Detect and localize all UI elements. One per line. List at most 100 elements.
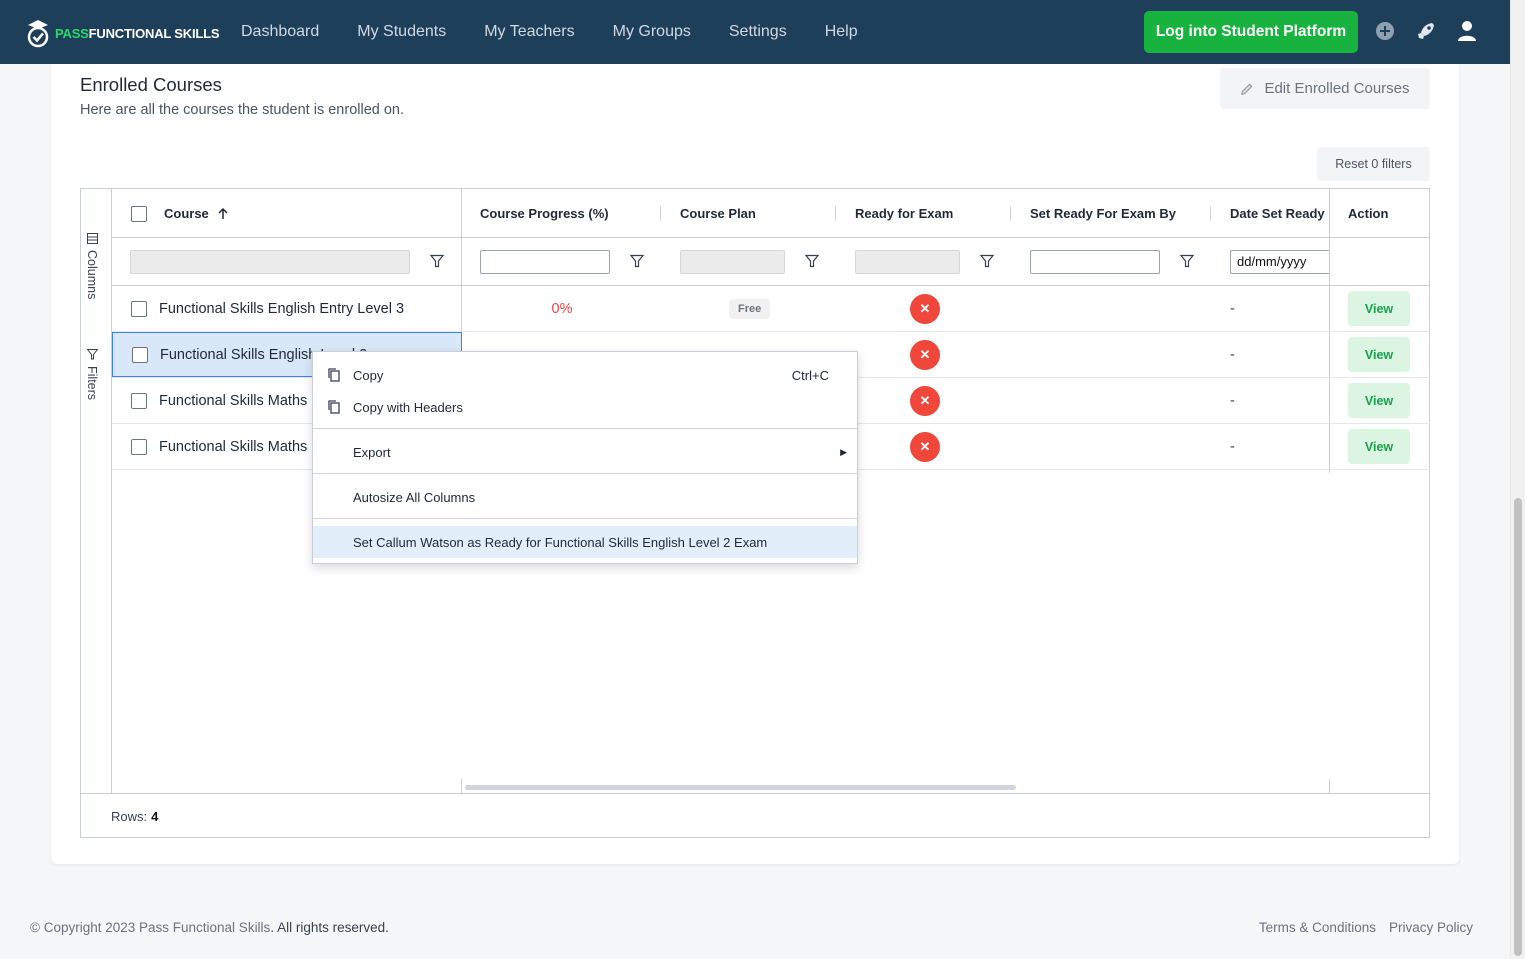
copyright-prefix: © Copyright 2023 Pass Functional Skills bbox=[30, 920, 271, 935]
edit-enrolled-courses-button[interactable]: Edit Enrolled Courses bbox=[1220, 68, 1430, 109]
logo[interactable]: PASSFUNCTIONAL SKILLS bbox=[25, 16, 220, 50]
columns-tab-label: Columns bbox=[85, 250, 99, 300]
logo-text: PASSFUNCTIONAL SKILLS bbox=[55, 25, 220, 41]
reset-filters-button[interactable]: Reset 0 filters bbox=[1317, 147, 1430, 181]
header-separator[interactable] bbox=[1010, 206, 1011, 221]
header-set-ready-by[interactable]: Set Ready For Exam By bbox=[1030, 189, 1176, 238]
header-separator[interactable] bbox=[1210, 206, 1211, 221]
page-scrollbar[interactable] bbox=[1510, 0, 1525, 959]
card-title: Enrolled Courses bbox=[80, 74, 222, 95]
menu-item-export-label: Export bbox=[353, 444, 391, 460]
user-icon[interactable] bbox=[1456, 20, 1478, 42]
course-filter-input[interactable] bbox=[130, 250, 410, 274]
menu-item-copy-with-headers[interactable]: Copy with Headers bbox=[313, 391, 857, 423]
menu-item-copy[interactable]: Copy Ctrl+C bbox=[313, 359, 857, 391]
row-checkbox[interactable] bbox=[131, 392, 147, 409]
ready-filter-input[interactable] bbox=[855, 250, 960, 274]
header-separator[interactable] bbox=[660, 206, 661, 221]
rocket-icon[interactable] bbox=[1415, 20, 1437, 42]
top-navbar: PASSFUNCTIONAL SKILLS Dashboard My Stude… bbox=[0, 0, 1510, 64]
header-ready-for-exam[interactable]: Ready for Exam bbox=[855, 189, 953, 238]
not-ready-icon[interactable]: ✕ bbox=[910, 294, 940, 324]
pencil-icon bbox=[1241, 82, 1254, 95]
page-scrollbar-thumb[interactable] bbox=[1514, 498, 1522, 956]
sort-ascending-icon bbox=[218, 207, 228, 219]
nav-help[interactable]: Help bbox=[825, 23, 858, 41]
view-button[interactable]: View bbox=[1348, 337, 1410, 372]
menu-item-export[interactable]: Export ▶ bbox=[313, 436, 857, 468]
grid-status-bar: Rows: 4 bbox=[81, 793, 1429, 838]
log-into-student-platform-button[interactable]: Log into Student Platform bbox=[1144, 11, 1358, 53]
menu-item-set-ready-for-exam[interactable]: Set Callum Watson as Ready for Functiona… bbox=[313, 526, 857, 558]
course-plan-badge: Free bbox=[729, 299, 771, 319]
header-course-label: Course bbox=[164, 206, 209, 221]
logo-check-icon bbox=[27, 20, 49, 48]
date-set-ready: - bbox=[1230, 300, 1235, 317]
pinned-right-divider-bottom bbox=[1329, 779, 1330, 793]
date-set-ready: - bbox=[1230, 346, 1235, 363]
row-checkbox[interactable] bbox=[131, 300, 147, 317]
menu-item-set-ready-label: Set Callum Watson as Ready for Functiona… bbox=[353, 534, 768, 550]
header-course[interactable]: Course bbox=[164, 189, 229, 238]
course-filter-icon[interactable] bbox=[430, 254, 444, 268]
edit-enrolled-courses-label: Edit Enrolled Courses bbox=[1264, 80, 1410, 97]
copy-icon bbox=[328, 400, 340, 414]
nav-my-students[interactable]: My Students bbox=[357, 23, 446, 41]
plan-filter-input[interactable] bbox=[680, 250, 785, 274]
submenu-arrow-icon: ▶ bbox=[840, 446, 847, 457]
copyright: © Copyright 2023 Pass Functional Skills.… bbox=[30, 920, 389, 935]
set-by-filter-icon[interactable] bbox=[1180, 254, 1194, 268]
copyright-suffix: . All rights reserved. bbox=[270, 920, 389, 935]
grid-horizontal-scrollbar[interactable] bbox=[465, 785, 1016, 790]
course-name: Functional Skills Maths bbox=[159, 392, 308, 409]
course-name: Functional Skills Maths bbox=[159, 438, 308, 455]
menu-separator bbox=[313, 518, 857, 519]
menu-item-autosize[interactable]: Autosize All Columns bbox=[313, 481, 857, 513]
filters-tab-label: Filters bbox=[85, 366, 99, 401]
header-course-plan[interactable]: Course Plan bbox=[680, 189, 756, 238]
course-cell[interactable]: Functional Skills English Entry Level 3 bbox=[112, 286, 462, 331]
select-all-checkbox[interactable] bbox=[131, 205, 147, 222]
course-name: Functional Skills English Entry Level 3 bbox=[159, 300, 405, 317]
nav-my-groups[interactable]: My Groups bbox=[613, 23, 691, 41]
plan-filter-icon[interactable] bbox=[805, 254, 819, 268]
header-course-progress[interactable]: Course Progress (%) bbox=[480, 189, 609, 238]
view-button[interactable]: View bbox=[1348, 429, 1410, 464]
pinned-left-divider-bottom bbox=[461, 779, 462, 793]
footer-links: Terms & Conditions Privacy Policy bbox=[1259, 920, 1473, 935]
course-progress: 0% bbox=[551, 300, 573, 317]
set-by-filter-input[interactable] bbox=[1030, 250, 1160, 274]
progress-filter-input[interactable] bbox=[480, 250, 610, 274]
plus-circle-icon[interactable] bbox=[1374, 20, 1396, 42]
nav-links: Dashboard My Students My Teachers My Gro… bbox=[241, 0, 896, 64]
nav-settings[interactable]: Settings bbox=[729, 23, 787, 41]
menu-item-autosize-label: Autosize All Columns bbox=[353, 489, 476, 505]
date-set-ready: - bbox=[1230, 438, 1235, 455]
progress-filter-icon[interactable] bbox=[630, 254, 644, 268]
date-set-ready: - bbox=[1230, 392, 1235, 409]
menu-item-copy-label: Copy bbox=[353, 367, 384, 383]
terms-link[interactable]: Terms & Conditions bbox=[1259, 920, 1376, 935]
nav-dashboard[interactable]: Dashboard bbox=[241, 23, 319, 41]
rows-label: Rows: bbox=[111, 808, 148, 824]
not-ready-icon[interactable]: ✕ bbox=[910, 386, 940, 416]
not-ready-icon[interactable]: ✕ bbox=[910, 432, 940, 462]
copy-shortcut: Ctrl+C bbox=[791, 367, 829, 383]
date-filter-input[interactable]: dd/mm/yyyy bbox=[1230, 250, 1330, 274]
header-date-set-ready[interactable]: Date Set Ready bbox=[1230, 189, 1330, 238]
filters-tool-panel-tab[interactable]: Filters bbox=[85, 349, 99, 400]
row-checkbox[interactable] bbox=[132, 346, 148, 363]
columns-tool-panel-tab[interactable]: Columns bbox=[85, 233, 99, 299]
row-checkbox[interactable] bbox=[131, 438, 147, 455]
ready-filter-icon[interactable] bbox=[980, 254, 994, 268]
privacy-link[interactable]: Privacy Policy bbox=[1389, 920, 1473, 935]
grid-filter-row: dd/mm/yyyy bbox=[112, 238, 1430, 286]
menu-item-copy-headers-label: Copy with Headers bbox=[353, 399, 463, 415]
select-all-checkbox-cell bbox=[131, 189, 147, 238]
not-ready-icon[interactable]: ✕ bbox=[910, 340, 940, 370]
table-row[interactable]: Functional Skills English Entry Level 3 … bbox=[112, 286, 1430, 332]
header-separator[interactable] bbox=[835, 206, 836, 221]
view-button[interactable]: View bbox=[1348, 383, 1410, 418]
nav-my-teachers[interactable]: My Teachers bbox=[484, 23, 574, 41]
view-button[interactable]: View bbox=[1348, 291, 1410, 326]
